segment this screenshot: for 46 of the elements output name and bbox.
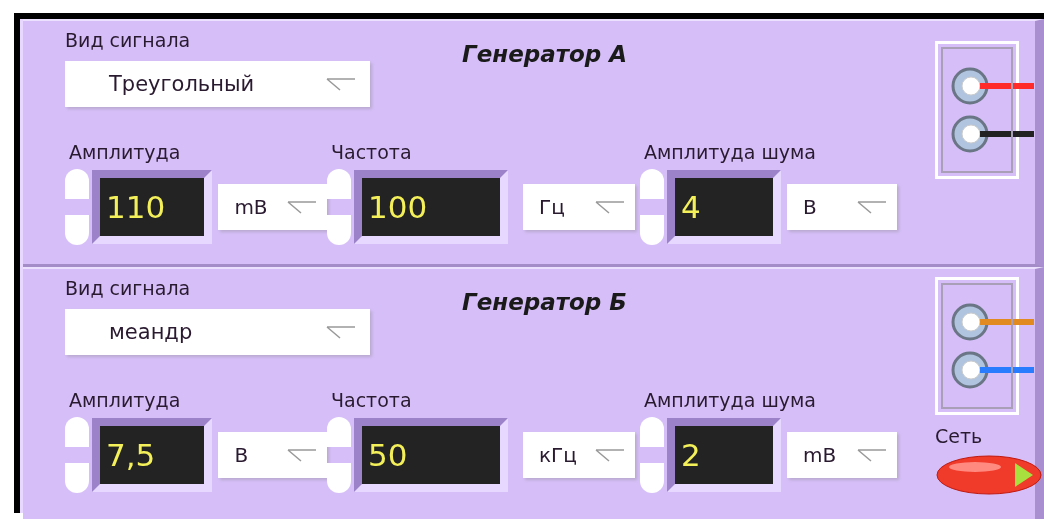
unit-dropdown[interactable]: В — [787, 184, 897, 230]
dropdown-arrow-icon — [595, 200, 625, 214]
control-label: Амплитуда — [69, 389, 181, 411]
unit-dropdown[interactable]: кГц — [523, 432, 635, 478]
dropdown-arrow-icon — [857, 448, 887, 462]
unit-dropdown[interactable]: mB — [787, 432, 897, 478]
generator-title: Генератор Б — [462, 289, 627, 315]
unit-dropdown[interactable]: В — [218, 432, 327, 478]
decrement-button[interactable] — [327, 215, 351, 245]
increment-button[interactable] — [65, 417, 89, 447]
numeric-field[interactable]: 100 — [354, 170, 508, 244]
control-label: Амплитуда шума — [644, 389, 816, 411]
increment-button[interactable] — [65, 169, 89, 199]
power-button[interactable] — [935, 453, 1044, 497]
generator-title: Генератор А — [462, 41, 628, 67]
dropdown-arrow-icon — [595, 448, 625, 462]
dropdown-arrow-icon — [326, 77, 356, 91]
dropdown-arrow-icon — [326, 325, 356, 339]
decrement-button[interactable] — [65, 463, 89, 493]
numeric-field[interactable]: 7,5 — [92, 418, 213, 492]
decrement-button[interactable] — [327, 463, 351, 493]
numeric-field[interactable]: 2 — [667, 418, 781, 492]
signal-type-label: Вид сигнала — [65, 29, 191, 51]
control-label: Частота — [331, 389, 412, 411]
increment-button[interactable] — [327, 169, 351, 199]
signal-type-label: Вид сигнала — [65, 277, 191, 299]
increment-button[interactable] — [640, 169, 664, 199]
increment-button[interactable] — [327, 417, 351, 447]
signal-type-dropdown[interactable]: меандр — [65, 309, 370, 355]
dropdown-arrow-icon — [287, 200, 317, 214]
signal-type-dropdown[interactable]: Треугольный — [65, 61, 370, 107]
numeric-field[interactable]: 4 — [667, 170, 781, 244]
decrement-button[interactable] — [640, 215, 664, 245]
dropdown-arrow-icon — [857, 200, 887, 214]
numeric-field[interactable]: 110 — [92, 170, 213, 244]
decrement-button[interactable] — [65, 215, 89, 245]
power-label: Сеть — [935, 425, 983, 447]
dropdown-arrow-icon — [287, 448, 317, 462]
control-label: Частота — [331, 141, 412, 163]
increment-button[interactable] — [640, 417, 664, 447]
unit-dropdown[interactable]: Гц — [523, 184, 635, 230]
control-label: Амплитуда шума — [644, 141, 816, 163]
decrement-button[interactable] — [640, 463, 664, 493]
numeric-field[interactable]: 50 — [354, 418, 508, 492]
control-label: Амплитуда — [69, 141, 181, 163]
unit-dropdown[interactable]: mB — [218, 184, 327, 230]
